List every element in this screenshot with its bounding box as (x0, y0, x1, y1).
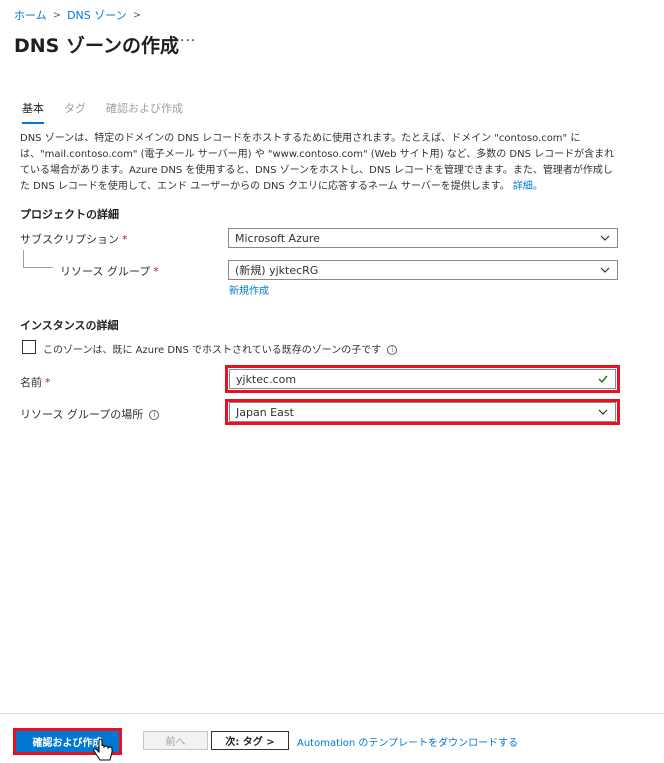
name-value: yjktec.com (236, 372, 297, 386)
tree-connector (23, 250, 53, 268)
automation-template-link[interactable]: Automation のテンプレートをダウンロードする (297, 734, 518, 749)
child-zone-label: このゾーンは、既に Azure DNS でホストされている既存のゾーンの子です i (43, 341, 398, 356)
project-details-heading: プロジェクトの詳細 (20, 208, 119, 221)
name-label: 名前 * (20, 374, 51, 390)
required-mark: * (153, 265, 159, 278)
footer-divider (0, 713, 664, 714)
instance-details-heading: インスタンスの詳細 (20, 319, 119, 332)
next-tags-button[interactable]: 次: タグ > (211, 731, 289, 750)
tab-tags[interactable]: タグ (64, 100, 86, 124)
resource-group-select[interactable]: (新規) yjktecRG (228, 260, 618, 280)
info-icon[interactable]: i (387, 345, 398, 355)
location-label-text: リソース グループの場所 (20, 408, 144, 421)
subscription-value: Microsoft Azure (235, 231, 320, 245)
learn-more-link[interactable]: 詳細。 (513, 181, 543, 192)
chevron-right-icon: > (52, 9, 62, 21)
chevron-down-icon (600, 267, 610, 273)
location-label: リソース グループの場所 i (20, 406, 160, 422)
subscription-label-text: サブスクリプション (20, 233, 119, 246)
required-mark: * (122, 233, 128, 246)
breadcrumb: ホーム > DNS ゾーン > (14, 7, 141, 23)
description: DNS ゾーンは、特定のドメインの DNS レコードをホストするために使用されま… (20, 131, 620, 195)
required-mark: * (45, 376, 51, 389)
resource-group-value: (新規) yjktecRG (235, 264, 319, 277)
info-icon[interactable]: i (149, 410, 160, 420)
hand-cursor-icon (93, 738, 113, 761)
more-options-icon[interactable]: ··· (180, 33, 196, 49)
chevron-down-icon (598, 409, 608, 415)
checkmark-icon (598, 375, 608, 384)
child-zone-label-text: このゾーンは、既に Azure DNS でホストされている既存のゾーンの子です (43, 345, 382, 356)
chevron-right-icon: > (132, 9, 142, 21)
tab-basics[interactable]: 基本 (22, 100, 44, 124)
subscription-label: サブスクリプション * (20, 231, 128, 247)
name-input[interactable]: yjktec.com (229, 369, 616, 389)
resource-group-label: リソース グループ * (60, 263, 159, 279)
breadcrumb-home[interactable]: ホーム (14, 7, 47, 23)
subscription-select[interactable]: Microsoft Azure (228, 228, 618, 248)
location-value: Japan East (236, 405, 294, 419)
page-title: DNS ゾーンの作成 (14, 35, 180, 57)
child-zone-checkbox[interactable] (22, 340, 36, 354)
tab-bar: 基本 タグ 確認および作成 (22, 100, 183, 124)
name-label-text: 名前 (20, 376, 42, 389)
create-new-link[interactable]: 新規作成 (229, 282, 269, 297)
resource-group-label-text: リソース グループ (60, 265, 151, 278)
chevron-down-icon (600, 235, 610, 241)
previous-button[interactable]: 前へ (143, 731, 208, 750)
tab-review-create[interactable]: 確認および作成 (106, 100, 183, 124)
location-select[interactable]: Japan East (229, 402, 616, 422)
breadcrumb-dns-zones[interactable]: DNS ゾーン (67, 7, 127, 23)
